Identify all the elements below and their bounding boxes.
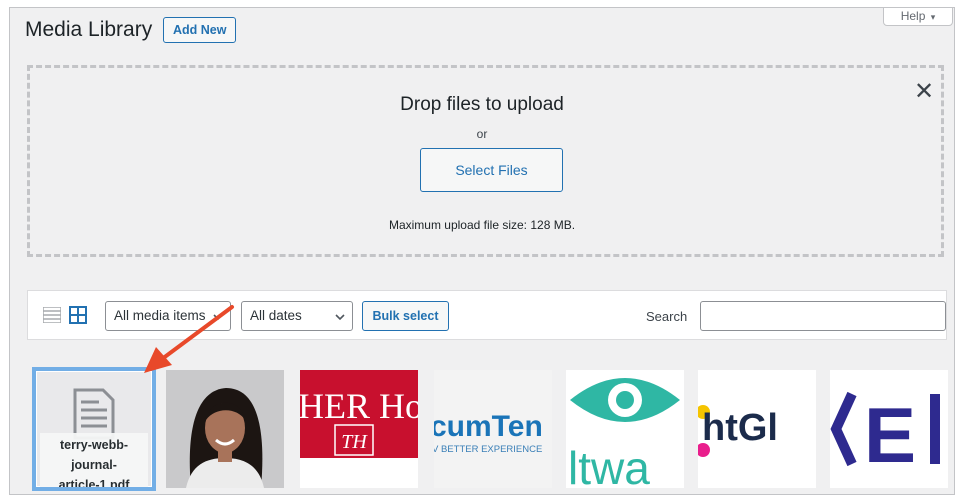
chevron-down-icon: [335, 314, 345, 321]
media-item-logo-purple[interactable]: E: [830, 370, 948, 488]
date-filter[interactable]: All dates: [241, 301, 353, 331]
logo-subtext: V BETTER EXPERIENCE: [434, 444, 542, 455]
media-item-logo-blue[interactable]: cumTen V BETTER EXPERIENCE: [434, 370, 552, 488]
search-label: Search: [646, 309, 688, 324]
grid-view-icon[interactable]: [69, 306, 87, 324]
logo-text: E: [864, 391, 916, 479]
filename-line: journal-: [71, 458, 117, 472]
search-input[interactable]: [700, 301, 946, 331]
logo-image: cumTen V BETTER EXPERIENCE: [434, 370, 552, 488]
logo-text: ltwa: [568, 442, 650, 488]
media-item-logo-red[interactable]: HER Ho TH: [300, 370, 418, 488]
caret-down-icon: ▾: [930, 12, 936, 22]
help-label: Help: [900, 9, 926, 23]
logo-text: cumTen: [434, 410, 543, 443]
media-library-page: Help ▾ Media Library Add New ✕ Drop file…: [9, 7, 955, 495]
bulk-select-button[interactable]: Bulk select: [362, 301, 449, 331]
portrait-photo-image: [166, 370, 284, 488]
page-title: Media Library: [25, 18, 153, 41]
logo-image: ltwa: [566, 370, 684, 488]
logo-monogram: TH: [341, 431, 368, 453]
filename-line: terry-webb-: [59, 438, 129, 452]
media-item-photo[interactable]: [166, 370, 284, 488]
list-view-icon[interactable]: [43, 307, 61, 323]
logo-text: htGl: [702, 407, 778, 449]
filename-line: article-1.pdf: [58, 478, 130, 491]
help-tab[interactable]: Help ▾: [883, 8, 953, 26]
date-filter-value: All dates: [250, 308, 302, 323]
media-item-logo-teal[interactable]: ltwa: [566, 370, 684, 488]
logo-image: E: [830, 370, 948, 488]
annotation-arrow-icon: [144, 305, 234, 373]
drop-files-title: Drop files to upload: [400, 94, 564, 115]
or-text: or: [476, 127, 488, 141]
media-item-pdf[interactable]: terry-webb- journal- article-1.pdf: [32, 367, 156, 491]
logo-image: HER Ho TH: [300, 370, 418, 488]
media-item-filename: terry-webb- journal- article-1.pdf: [40, 433, 148, 491]
add-new-button[interactable]: Add New: [163, 17, 237, 43]
logo-text: HER Ho: [300, 386, 418, 426]
max-upload-size: Maximum upload file size: 128 MB.: [388, 218, 576, 232]
logo-image: htGl: [698, 370, 816, 488]
media-item-logo-dark[interactable]: htGl: [698, 370, 816, 488]
select-files-button[interactable]: Select Files: [420, 148, 563, 192]
